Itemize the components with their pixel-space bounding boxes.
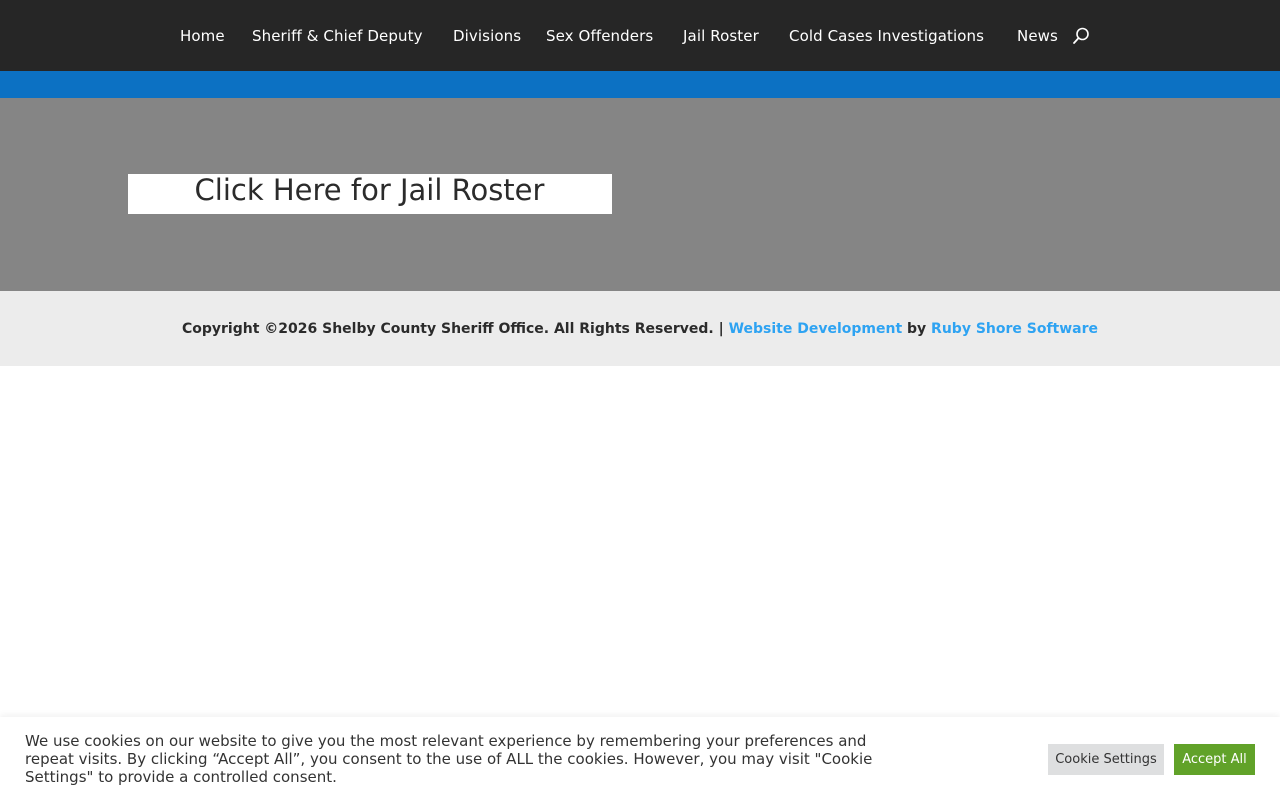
accept-all-button[interactable]: Accept All	[1174, 744, 1255, 775]
top-navigation: Home Sheriff & Chief Deputy Divisions Se…	[0, 0, 1280, 71]
nav-item-cold-cases[interactable]: Cold Cases Investigations	[789, 25, 984, 47]
search-icon[interactable]	[1072, 27, 1090, 45]
nav-item-home[interactable]: Home	[180, 25, 225, 47]
cookie-message: We use cookies on our website to give yo…	[25, 732, 873, 786]
nav-item-sex-offenders[interactable]: Sex Offenders	[546, 25, 653, 47]
nav-item-news[interactable]: News	[1017, 25, 1058, 47]
jail-roster-button[interactable]: Click Here for Jail Roster	[128, 174, 612, 214]
nav-item-jail-roster[interactable]: Jail Roster	[683, 25, 759, 47]
footer-copyright-line: Copyright ©2026 Shelby County Sheriff Of…	[0, 319, 1280, 339]
ruby-shore-software-link[interactable]: Ruby Shore Software	[931, 321, 1098, 337]
copyright-text: Copyright ©2026 Shelby County Sheriff Of…	[181, 321, 729, 337]
accent-bar	[0, 71, 1280, 98]
footer: Copyright ©2026 Shelby County Sheriff Of…	[0, 291, 1280, 366]
cookie-settings-button[interactable]: Cookie Settings	[1048, 744, 1164, 775]
nav-item-divisions[interactable]: Divisions	[453, 25, 521, 47]
website-development-link[interactable]: Website Development	[729, 321, 903, 337]
jail-roster-button-label: Click Here for Jail Roster	[194, 173, 545, 207]
nav-item-sheriff-chief-deputy[interactable]: Sheriff & Chief Deputy	[252, 25, 423, 47]
footer-by-text: by	[902, 321, 932, 337]
cookie-consent-bar: We use cookies on our website to give yo…	[0, 717, 1280, 800]
hero-section: Click Here for Jail Roster	[0, 98, 1280, 291]
